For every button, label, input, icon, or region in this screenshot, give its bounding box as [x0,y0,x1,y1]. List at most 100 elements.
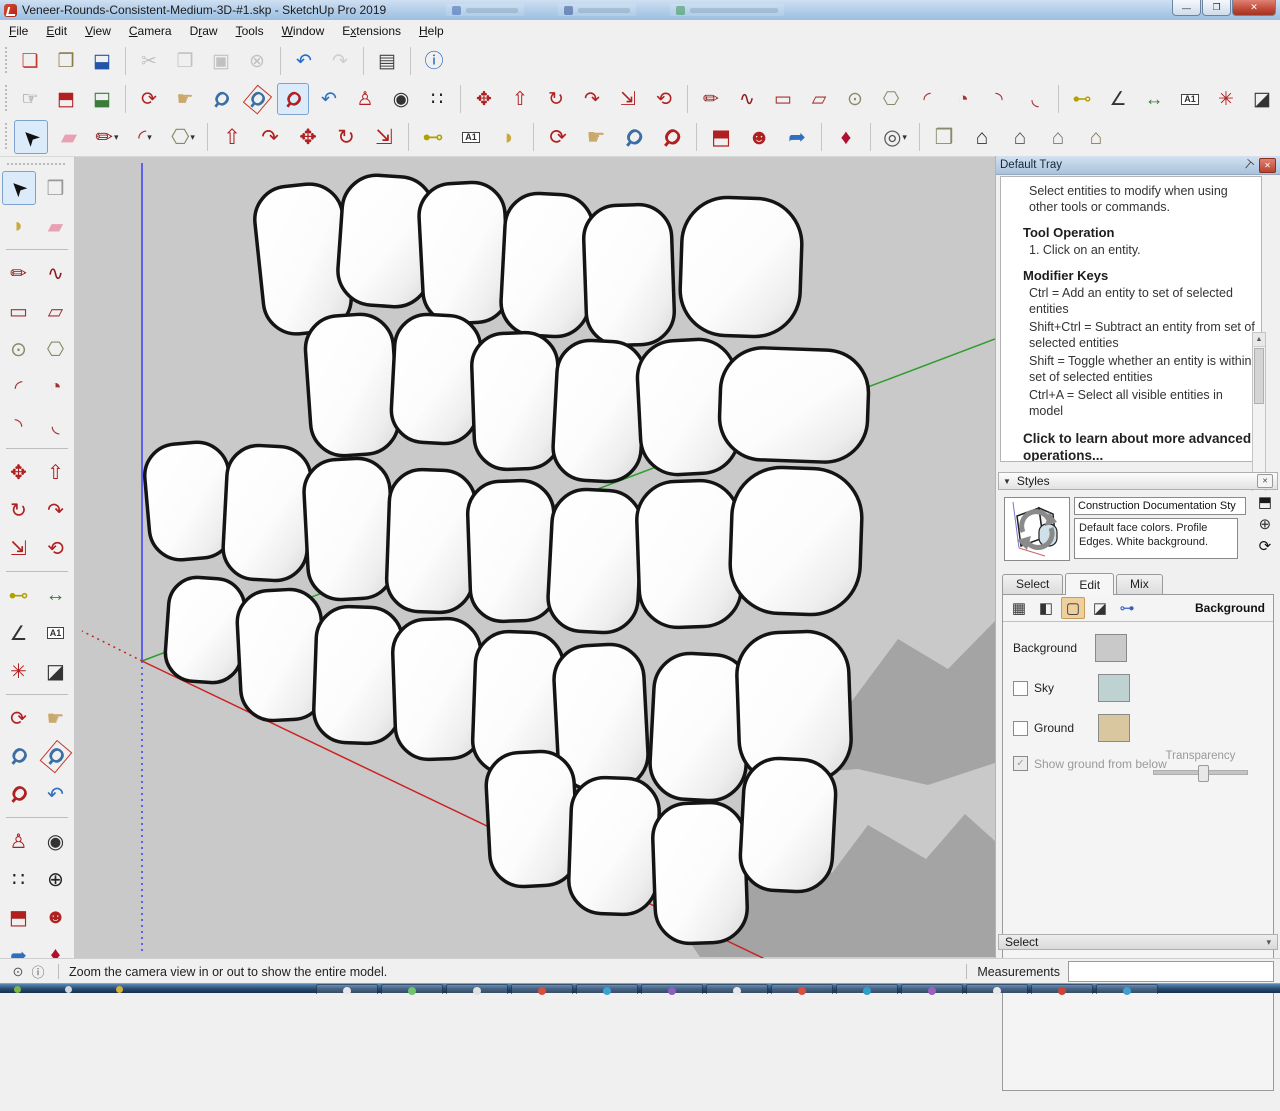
zoom-icon[interactable]: Ϙ [205,83,237,115]
scale-icon[interactable]: ⇲ [367,120,401,154]
edge-settings-icon[interactable]: ▦ [1007,597,1031,619]
select-cursor-icon[interactable]: ☞ [14,83,46,115]
share-model-icon[interactable]: ☻ [742,120,776,154]
previous-view-icon[interactable]: ↶ [313,83,345,115]
tape-measure-icon[interactable]: ⊷ [1066,83,1098,115]
3d-warehouse-b-icon[interactable]: ⬓ [86,83,118,115]
zoom-window-icon[interactable]: Ϙ [39,739,73,773]
styles-close-icon[interactable]: ✕ [1257,474,1273,488]
arc-3pt-icon[interactable]: ◝ [2,408,36,442]
push-pull-icon[interactable]: ⇧ [39,455,73,489]
restore-button[interactable]: ❐ [1202,0,1231,16]
menu-camera[interactable]: Camera [120,21,181,41]
pie-icon[interactable]: ◔ [39,370,73,404]
scale-icon[interactable]: ⇲ [2,531,36,565]
menu-window[interactable]: Window [273,21,334,41]
follow-me-icon[interactable]: ↷ [253,120,287,154]
model-canvas[interactable] [75,157,995,959]
style-name-input[interactable] [1074,497,1246,515]
select-rollout-header[interactable]: Select ▾ [998,934,1278,950]
line-icon[interactable]: ✏ [2,256,36,290]
polygon-icon[interactable]: ⎔ [875,83,907,115]
slider-thumb[interactable] [1198,765,1209,782]
text-icon[interactable]: A1 [1174,83,1206,115]
walk-icon[interactable]: ∷ [421,83,453,115]
taskbar-app-button[interactable] [446,984,508,994]
taskbar-app-button[interactable] [901,984,963,994]
background-color-swatch[interactable] [1095,634,1127,662]
zoom-extents-icon[interactable]: Ϙ [277,83,309,115]
menu-edit[interactable]: Edit [37,21,76,41]
style-thumbnail[interactable] [1004,497,1070,561]
menu-extensions[interactable]: Extensions [333,21,410,41]
section-plane-icon[interactable]: ◪ [1246,83,1278,115]
arc-icon[interactable]: ◜▾ [128,120,162,154]
house-front-icon[interactable]: ⌂ [965,120,999,154]
create-new-style-icon[interactable]: ⊕ [1259,517,1272,532]
menu-draw[interactable]: Draw [181,21,227,41]
line-icon[interactable]: ✏▾ [90,120,124,154]
3d-warehouse-a-icon[interactable]: ⬒ [50,83,82,115]
print-icon[interactable]: ▤ [371,45,403,77]
pan-icon[interactable]: ☛ [39,701,73,735]
taskbar-app-button[interactable] [706,984,768,994]
circle-icon[interactable]: ⊙ [839,83,871,115]
dimension-icon[interactable]: ↔ [39,578,73,612]
house-roof-icon[interactable]: ⌂ [1079,120,1113,154]
rotate-icon[interactable]: ↻ [540,83,572,115]
component-box-icon[interactable]: ❒ [927,120,961,154]
send-to-layout-icon[interactable]: ➦ [780,120,814,154]
polygon-icon[interactable]: ⎔ [39,332,73,366]
menu-help[interactable]: Help [410,21,453,41]
text-icon[interactable]: A1 [454,120,488,154]
eraser-icon[interactable]: ▰ [39,209,73,243]
rotate-icon[interactable]: ↻ [329,120,363,154]
pie-icon[interactable]: ◔ [947,83,979,115]
move-icon[interactable]: ✥ [291,120,325,154]
ground-checkbox[interactable] [1013,721,1028,736]
offset-icon[interactable]: ⟲ [39,531,73,565]
rotated-rectangle-icon[interactable]: ▱ [803,83,835,115]
protractor-icon[interactable]: ∠ [1102,83,1134,115]
push-pull-icon[interactable]: ⇧ [504,83,536,115]
dropdown-arrow-icon[interactable]: ▾ [190,133,195,142]
info-icon[interactable]: ⓘ [30,964,46,980]
styles-rollout-header[interactable]: ▼ Styles ✕ [998,472,1278,490]
rectangle-icon[interactable]: ▭ [767,83,799,115]
dropdown-arrow-icon[interactable]: ▾ [114,133,119,142]
shapes-icon[interactable]: ⎔▾ [166,120,200,154]
zoom-window-icon[interactable]: Ϙ [241,83,273,115]
circle-icon[interactable]: ⊙ [2,332,36,366]
taskbar-app-button[interactable] [381,984,443,994]
dimension-icon[interactable]: ↔ [1138,83,1170,115]
make-component-icon[interactable]: ❒ [39,171,73,205]
sign-in-icon[interactable]: ◎▾ [878,120,912,154]
axes-icon[interactable]: ✳ [1210,83,1242,115]
push-pull-icon[interactable]: ⇧ [215,120,249,154]
menu-file[interactable]: File [0,21,37,41]
menu-tools[interactable]: Tools [227,21,273,41]
tab-edit[interactable]: Edit [1065,573,1114,595]
rotated-rectangle-icon[interactable]: ▱ [39,294,73,328]
arc-3pt-icon[interactable]: ◝ [983,83,1015,115]
3d-warehouse-icon[interactable]: ⬒ [2,900,36,934]
update-style-icon[interactable]: ⟳ [1259,539,1272,554]
zoom-icon[interactable]: Ϙ [2,739,36,773]
tape-measure-icon[interactable]: ⊷ [2,578,36,612]
scroll-thumb[interactable] [1254,348,1264,404]
arc-2pt-icon[interactable]: ◜ [911,83,943,115]
position-camera-icon[interactable]: ♙ [2,824,36,858]
minimize-button[interactable]: — [1172,0,1201,16]
offset-icon[interactable]: ⟲ [648,83,680,115]
freehand-icon[interactable]: ∿ [39,256,73,290]
follow-me-icon[interactable]: ↷ [39,493,73,527]
taskbar-app-button[interactable] [1096,984,1158,994]
sky-color-swatch[interactable] [1098,674,1130,702]
taskbar-app-button[interactable] [771,984,833,994]
freehand-icon[interactable]: ∿ [731,83,763,115]
scale-icon[interactable]: ⇲ [612,83,644,115]
watermark-settings-icon[interactable]: ◪ [1088,597,1112,619]
taskbar-app-button[interactable] [836,984,898,994]
arc-2pt-icon[interactable]: ◜ [2,370,36,404]
eraser-icon[interactable]: ▰ [52,120,86,154]
